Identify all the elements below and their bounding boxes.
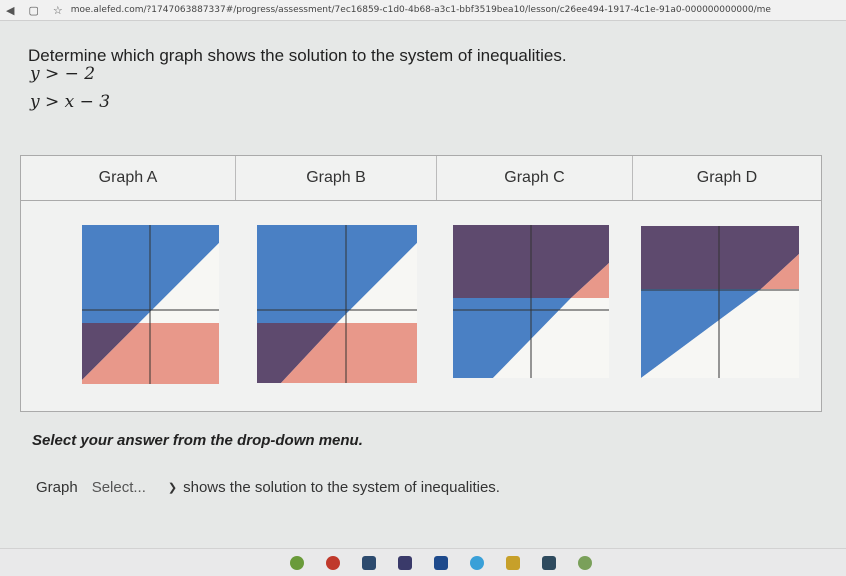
graph-b (257, 225, 417, 383)
inequality-1: y > − 2 (30, 64, 96, 84)
page-icon: ▢ (28, 4, 39, 17)
header-graph-a: Graph A (21, 156, 236, 200)
app-icon-4[interactable] (398, 555, 412, 570)
answer-suffix: shows the solution to the system of ineq… (183, 479, 500, 496)
app-icon-7[interactable] (506, 555, 520, 570)
inequality-2: y > x − 3 (30, 92, 111, 112)
chevron-down-icon: ❯ (167, 482, 178, 494)
graphs-table: Graph A Graph B Graph C Graph D (20, 155, 822, 412)
header-graph-c: Graph C (437, 156, 633, 200)
answer-sentence: Graph Select... ❯ shows the solution to … (36, 479, 500, 496)
header-divider (21, 200, 821, 201)
app-icon-9[interactable] (578, 555, 592, 570)
header-graph-b: Graph B (236, 156, 437, 200)
answer-prefix: Graph (36, 479, 78, 496)
graph-d (641, 226, 799, 378)
app-icon-3[interactable] (362, 555, 376, 570)
header-graph-d: Graph D (696, 169, 758, 186)
graph-c (453, 225, 609, 378)
dropdown-value: Select... (91, 479, 146, 496)
back-icon[interactable]: ◀ (6, 4, 14, 17)
browser-address-bar[interactable]: ◀ ▢ ☆ moe.alefed.com/?1747063887337#/pro… (0, 0, 846, 21)
graph-a (82, 225, 219, 384)
select-answer-instruction: Select your answer from the drop-down me… (32, 432, 363, 449)
app-icon-5[interactable] (434, 555, 448, 570)
graph-select-dropdown[interactable]: Select... ❯ (92, 479, 177, 496)
question-prompt: Determine which graph shows the solution… (28, 46, 567, 65)
taskbar (0, 548, 846, 576)
star-icon[interactable]: ☆ (53, 4, 63, 17)
url-text[interactable]: moe.alefed.com/?1747063887337#/progress/… (71, 5, 771, 15)
app-icon-8[interactable] (542, 555, 556, 570)
app-icon-2[interactable] (326, 555, 340, 570)
app-icon-1[interactable] (290, 555, 304, 570)
app-icon-6[interactable] (470, 555, 484, 570)
